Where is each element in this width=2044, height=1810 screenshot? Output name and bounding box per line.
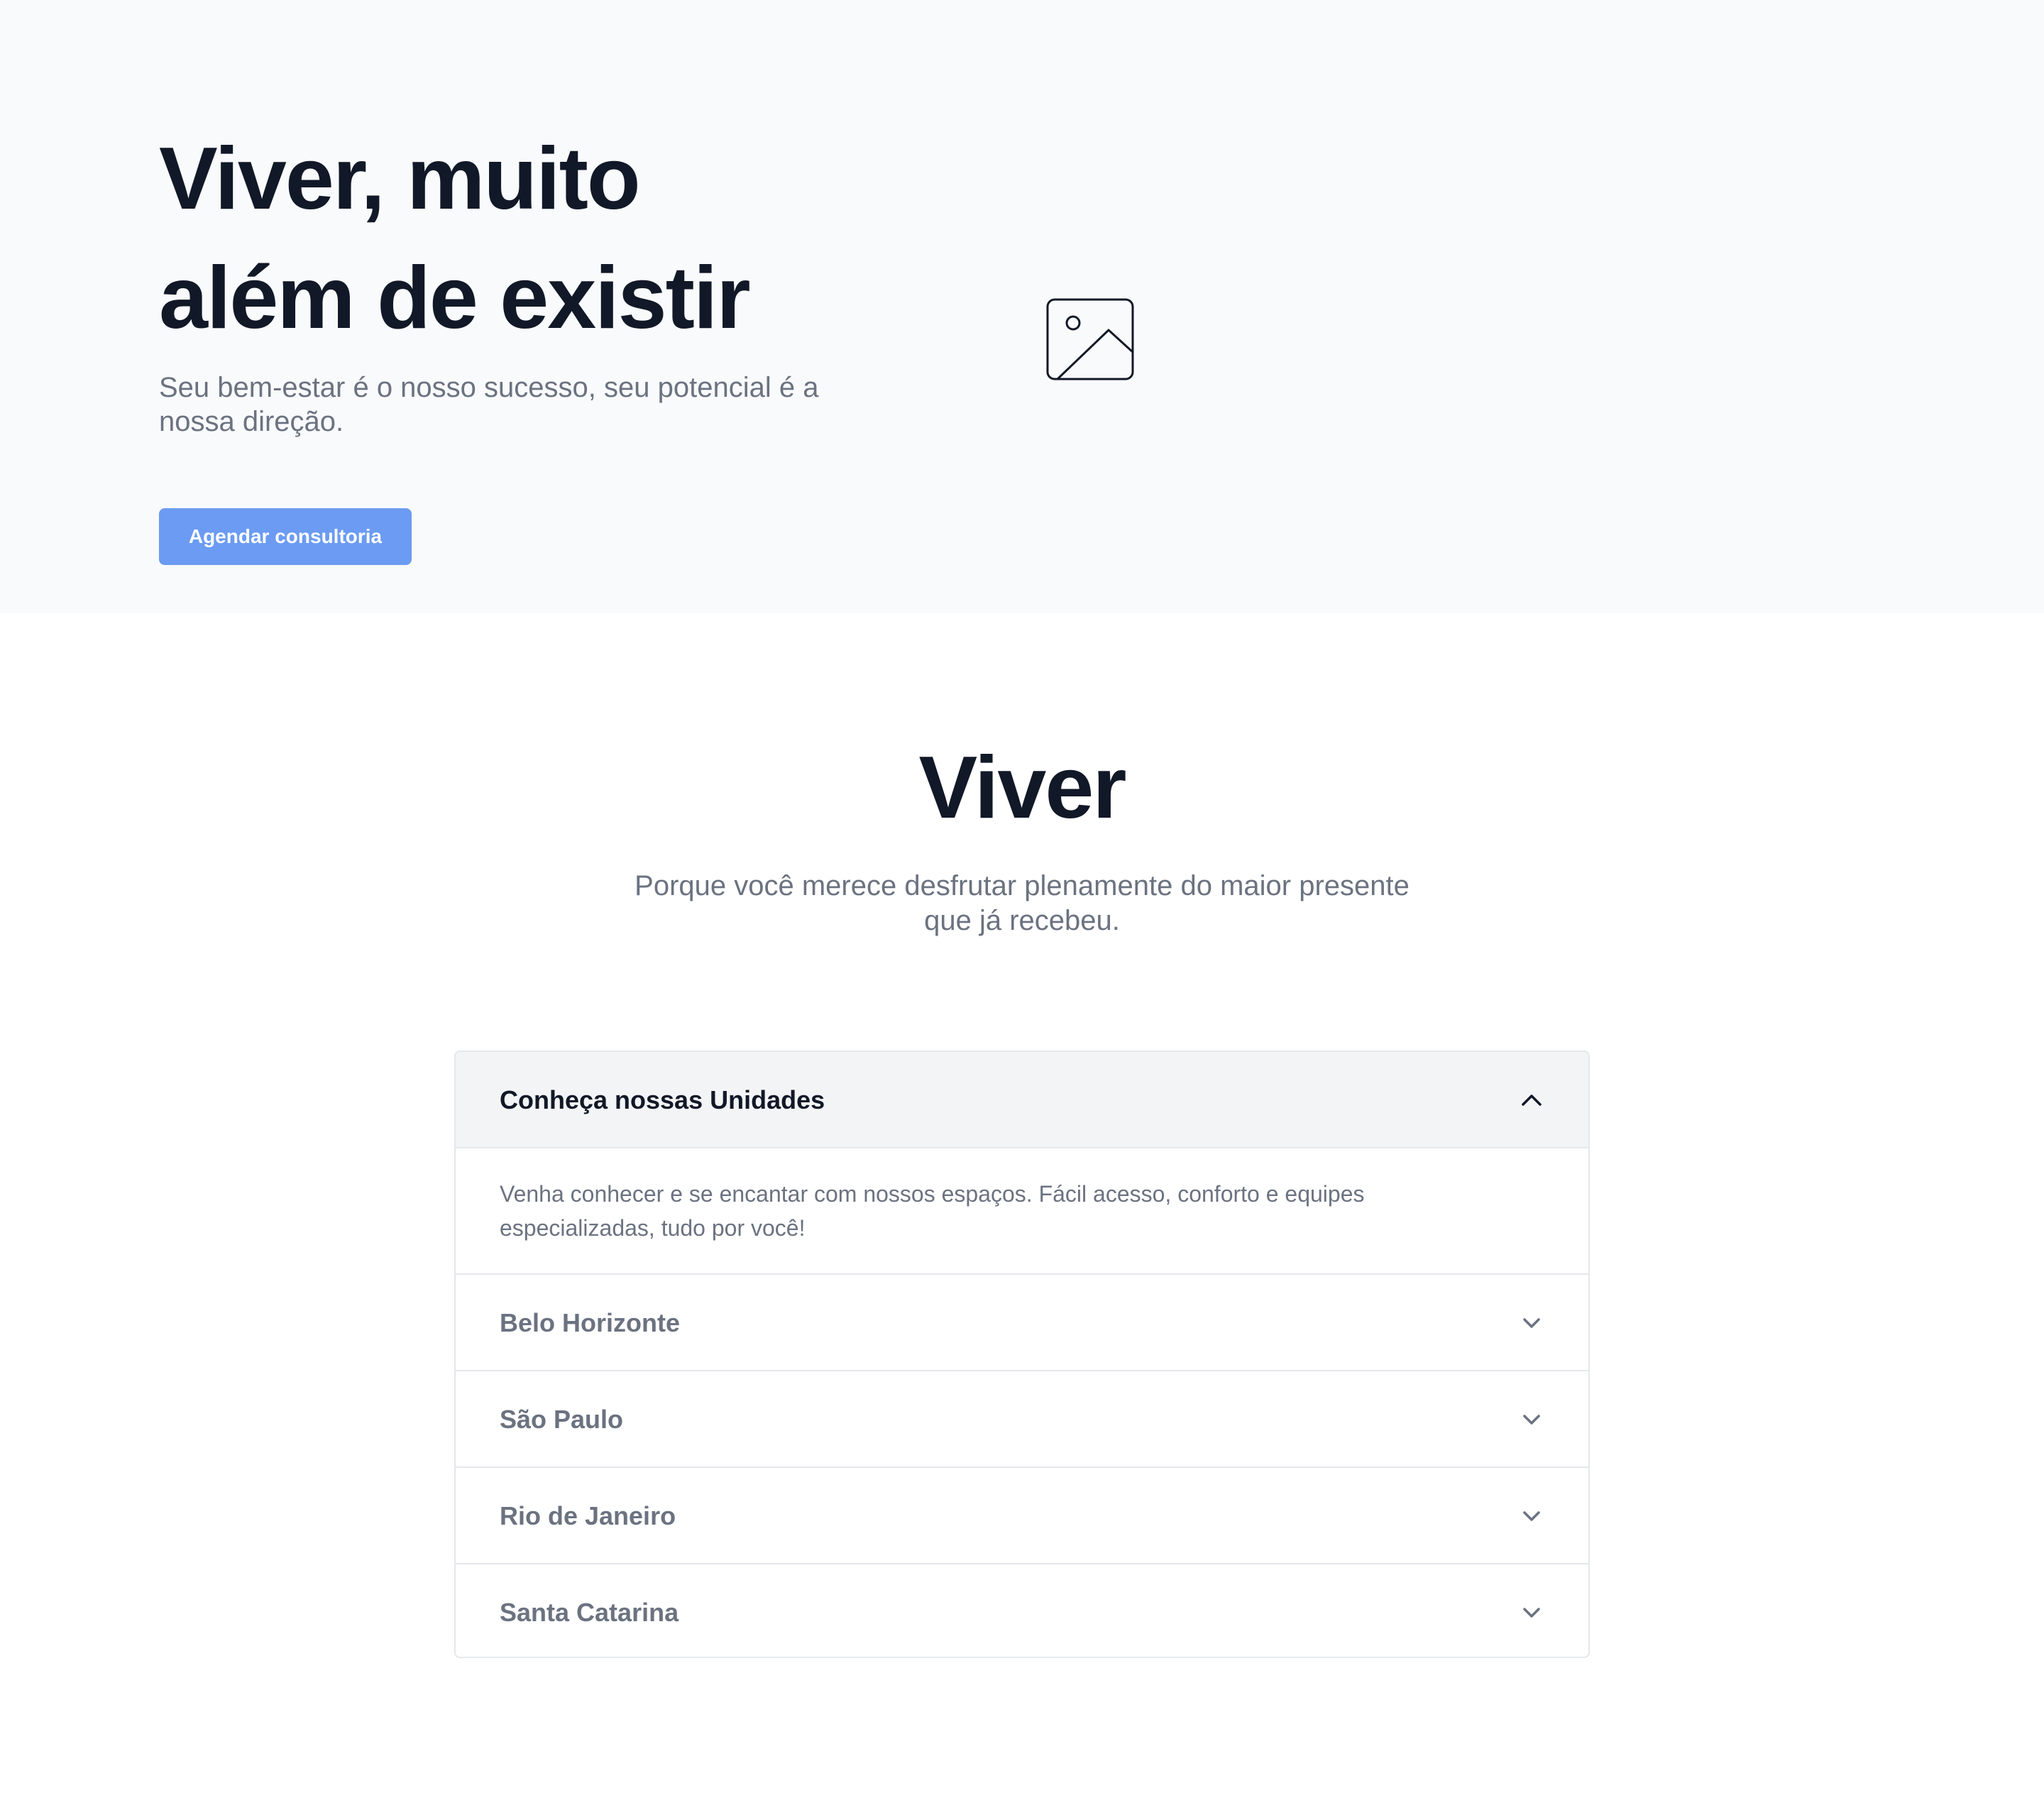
accordion-panel-units: Venha conhecer e se encantar com nossos …	[456, 1148, 1588, 1275]
accordion-item-santa-catarina[interactable]: Santa Catarina	[456, 1564, 1588, 1657]
accordion-item-label: São Paulo	[500, 1405, 624, 1434]
accordion-item-label: Santa Catarina	[500, 1598, 679, 1627]
hero-section: Viver, muito além de existir Seu bem-est…	[0, 0, 2044, 613]
chevron-down-icon	[1523, 1318, 1540, 1328]
hero-title-line-2: além de existir	[159, 249, 751, 347]
chevron-up-icon	[1522, 1095, 1542, 1106]
accordion-item-rio-de-janeiro[interactable]: Rio de Janeiro	[456, 1468, 1588, 1564]
image-placeholder-icon	[1046, 298, 1134, 380]
accordion-item-sao-paulo[interactable]: São Paulo	[456, 1371, 1588, 1468]
chevron-down-icon	[1523, 1415, 1540, 1425]
accordion-panel-text: Venha conhecer e se encantar com nossos …	[500, 1181, 1365, 1241]
schedule-consultation-button[interactable]: Agendar consultoria	[159, 508, 412, 565]
chevron-down-icon	[1523, 1608, 1540, 1618]
hero-subtitle: Seu bem-estar é o nosso sucesso, seu pot…	[159, 372, 819, 437]
accordion-header-label: Conheça nossas Unidades	[500, 1085, 825, 1114]
hero-title: Viver, muito além de existir	[159, 119, 940, 358]
chevron-down-icon	[1523, 1511, 1540, 1521]
accordion-item-label: Rio de Janeiro	[500, 1501, 676, 1530]
units-accordion: Conheça nossas Unidades Venha conhecer e…	[454, 1051, 1590, 1658]
section-title: Viver	[918, 739, 1126, 837]
accordion-item-belo-horizonte[interactable]: Belo Horizonte	[456, 1275, 1588, 1371]
section-subtitle: Porque você merece desfrutar plenamente …	[634, 870, 1410, 936]
hero-title-line-1: Viver, muito	[159, 130, 641, 228]
accordion-item-label: Belo Horizonte	[500, 1308, 681, 1337]
accordion-header-units[interactable]: Conheça nossas Unidades	[456, 1052, 1588, 1148]
